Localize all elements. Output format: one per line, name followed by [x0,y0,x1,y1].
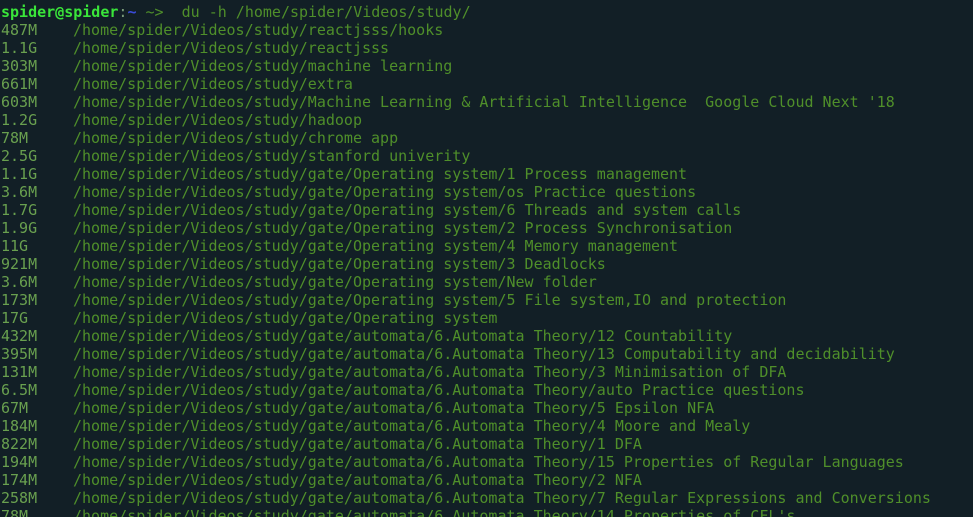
du-row: 17G/home/spider/Videos/study/gate/Operat… [1,309,973,327]
prompt-arrow-glyph: ~> [145,3,164,21]
du-row: 173M/home/spider/Videos/study/gate/Opera… [1,291,973,309]
du-row: 603M/home/spider/Videos/study/Machine Le… [1,93,973,111]
du-row-path: /home/spider/Videos/study/gate/Operating… [73,183,697,201]
du-row-size: 184M [1,417,38,435]
du-row-size: 303M [1,57,38,75]
du-row-size: 78M [1,129,29,147]
du-row-path: /home/spider/Videos/study/hadoop [73,111,362,129]
du-row-path: /home/spider/Videos/study/gate/automata/… [73,435,642,453]
du-row-path: /home/spider/Videos/study/machine learni… [73,57,453,75]
du-row-size: 395M [1,345,38,363]
du-row-size: 2.5G [1,147,38,165]
du-row: 3.6M/home/spider/Videos/study/gate/Opera… [1,273,973,291]
du-row-size: 11G [1,237,29,255]
du-row-path: /home/spider/Videos/study/gate/automata/… [73,471,642,489]
du-row-path: /home/spider/Videos/study/gate/automata/… [73,381,805,399]
du-row-size: 3.6M [1,183,38,201]
du-row: 67M/home/spider/Videos/study/gate/automa… [1,399,973,417]
terminal-window[interactable]: spider@spider:~ ~> du -h /home/spider/Vi… [0,0,973,517]
du-row: 822M/home/spider/Videos/study/gate/autom… [1,435,973,453]
du-row: 1.1G/home/spider/Videos/study/reactjsss [1,39,973,57]
du-row-path: /home/spider/Videos/study/gate/automata/… [73,507,796,517]
du-row-path: /home/spider/Videos/study/Machine Learni… [73,93,895,111]
terminal-screen[interactable]: spider@spider:~ ~> du -h /home/spider/Vi… [0,0,973,517]
du-row-path: /home/spider/Videos/study/gate/Operating… [73,237,679,255]
prompt-user-host: spider@spider [1,3,119,21]
du-row-path: /home/spider/Videos/study/gate/automata/… [73,417,751,435]
du-row-path: /home/spider/Videos/study/extra [73,75,353,93]
du-row: 78M/home/spider/Videos/study/gate/automa… [1,507,973,517]
du-row-size: 603M [1,93,38,111]
du-row-size: 173M [1,291,38,309]
du-row: 487M/home/spider/Videos/study/reactjsss/… [1,21,973,39]
du-row-path: /home/spider/Videos/study/gate/automata/… [73,489,931,507]
du-row-size: 921M [1,255,38,273]
du-row-path: /home/spider/Videos/study/gate/Operating… [73,255,606,273]
du-row-size: 174M [1,471,38,489]
du-row: 3.6M/home/spider/Videos/study/gate/Opera… [1,183,973,201]
du-row-size: 1.9G [1,219,38,237]
du-row: 6.5M/home/spider/Videos/study/gate/autom… [1,381,973,399]
du-output-list: 487M/home/spider/Videos/study/reactjsss/… [1,21,973,517]
du-row-size: 6.5M [1,381,38,399]
du-row: 11G/home/spider/Videos/study/gate/Operat… [1,237,973,255]
du-row-path: /home/spider/Videos/study/gate/automata/… [73,345,895,363]
du-row-size: 258M [1,489,38,507]
du-row-path: /home/spider/Videos/study/gate/Operating… [73,309,498,327]
prompt-arrow [136,3,145,21]
du-row-size: 1.2G [1,111,38,129]
du-row-size: 78M [1,507,29,517]
du-row-size: 17G [1,309,29,327]
du-row-size: 1.7G [1,201,38,219]
du-row-size: 131M [1,363,38,381]
du-row-path: /home/spider/Videos/study/gate/automata/… [73,327,733,345]
du-row-path: /home/spider/Videos/study/gate/Operating… [73,165,688,183]
du-row: 258M/home/spider/Videos/study/gate/autom… [1,489,973,507]
du-row-path: /home/spider/Videos/study/reactjsss [73,39,390,57]
du-row-path: /home/spider/Videos/study/reactjsss/hook… [73,21,444,39]
du-row-path: /home/spider/Videos/study/chrome app [73,129,399,147]
du-row: 432M/home/spider/Videos/study/gate/autom… [1,327,973,345]
du-row: 2.5G/home/spider/Videos/study/stanford u… [1,147,973,165]
du-row-path: /home/spider/Videos/study/gate/automata/… [73,453,904,471]
du-row: 1.7G/home/spider/Videos/study/gate/Opera… [1,201,973,219]
du-row: 395M/home/spider/Videos/study/gate/autom… [1,345,973,363]
du-row-size: 1.1G [1,165,38,183]
du-row: 174M/home/spider/Videos/study/gate/autom… [1,471,973,489]
command-text: du -h /home/spider/Videos/study/ [181,3,471,21]
du-row-size: 194M [1,453,38,471]
du-row-path: /home/spider/Videos/study/gate/Operating… [73,219,733,237]
du-row-path: /home/spider/Videos/study/gate/automata/… [73,399,715,417]
du-row-path: /home/spider/Videos/study/gate/Operating… [73,291,787,309]
du-row-size: 1.1G [1,39,38,57]
du-row-path: /home/spider/Videos/study/gate/automata/… [73,363,787,381]
du-row-path: /home/spider/Videos/study/gate/Operating… [73,273,597,291]
du-row: 131M/home/spider/Videos/study/gate/autom… [1,363,973,381]
prompt-spacer [164,3,182,21]
du-row: 1.9G/home/spider/Videos/study/gate/Opera… [1,219,973,237]
du-row: 661M/home/spider/Videos/study/extra [1,75,973,93]
prompt-line: spider@spider:~ ~> du -h /home/spider/Vi… [1,3,973,21]
du-row-path: /home/spider/Videos/study/stanford unive… [73,147,471,165]
du-row-size: 3.6M [1,273,38,291]
du-row-size: 661M [1,75,38,93]
du-row: 194M/home/spider/Videos/study/gate/autom… [1,453,973,471]
du-row-size: 67M [1,399,29,417]
du-row: 78M/home/spider/Videos/study/chrome app [1,129,973,147]
du-row: 1.1G/home/spider/Videos/study/gate/Opera… [1,165,973,183]
du-row: 1.2G/home/spider/Videos/study/hadoop [1,111,973,129]
du-row: 184M/home/spider/Videos/study/gate/autom… [1,417,973,435]
du-row-size: 822M [1,435,38,453]
du-row-size: 432M [1,327,38,345]
du-row: 921M/home/spider/Videos/study/gate/Opera… [1,255,973,273]
du-row-size: 487M [1,21,38,39]
du-row: 303M/home/spider/Videos/study/machine le… [1,57,973,75]
du-row-path: /home/spider/Videos/study/gate/Operating… [73,201,742,219]
